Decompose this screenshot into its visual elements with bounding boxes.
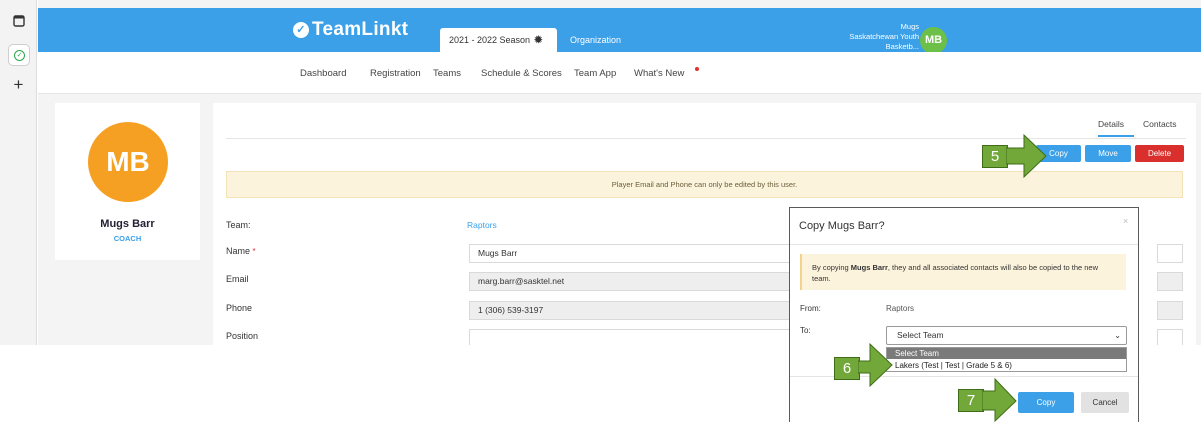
logo-text: TeamLinkt — [312, 19, 409, 40]
name-label-text: Name — [226, 246, 251, 256]
dialog-copy-button[interactable]: Copy — [1018, 392, 1074, 413]
team-select[interactable]: Select Team ⌄ — [886, 326, 1127, 345]
nav-registration[interactable]: Registration — [370, 68, 421, 79]
window-icon[interactable] — [0, 14, 37, 32]
nav-schedule-scores[interactable]: Schedule & Scores — [481, 68, 562, 79]
dropdown-option-lakers[interactable]: Lakers (Test | Test | Grade 5 & 6) — [887, 360, 1126, 371]
notification-dot — [695, 67, 699, 71]
copy-warning: By copying Mugs Barr, they and all assoc… — [800, 254, 1126, 290]
msg-prefix: By copying — [812, 263, 851, 272]
divider — [790, 244, 1138, 245]
profile-avatar: MB — [88, 122, 168, 202]
step-marker-5: 5 — [982, 145, 1008, 168]
from-value: Raptors — [886, 304, 915, 313]
field-right-edge — [1157, 301, 1183, 320]
field-right-edge — [1157, 272, 1183, 291]
user-avatar[interactable]: MB — [920, 27, 947, 54]
dialog-cancel-button[interactable]: Cancel — [1081, 392, 1129, 413]
season-label: 2021 - 2022 Season — [449, 35, 531, 45]
profile-name: Mugs Barr — [100, 218, 155, 230]
team-label: Team: — [226, 220, 251, 230]
team-link[interactable]: Raptors — [467, 220, 497, 230]
close-icon[interactable]: × — [1123, 216, 1128, 226]
check-logo-icon: ✓ — [293, 22, 309, 38]
organization-link[interactable]: Organization — [570, 35, 621, 45]
dialog-title: Copy Mugs Barr? — [799, 220, 885, 232]
position-field[interactable] — [469, 329, 799, 345]
email-label: Email — [226, 274, 249, 284]
arrow-right-icon — [982, 377, 1017, 422]
main-nav: Dashboard Registration Teams Schedule & … — [38, 52, 1201, 94]
chevron-down-icon: ⌄ — [1114, 331, 1121, 340]
from-label: From: — [800, 304, 821, 313]
position-label: Position — [226, 331, 259, 341]
select-value: Select Team — [897, 330, 944, 340]
nav-whats-new[interactable]: What's New — [634, 68, 684, 79]
top-bar: ✓ TeamLinkt 2021 - 2022 Season ✹ Organizat… — [38, 8, 1201, 54]
step-marker-6: 6 — [834, 357, 860, 380]
active-tab-indicator — [1098, 135, 1134, 137]
name-label: Name * — [226, 246, 256, 256]
field-right-edge — [1157, 329, 1183, 345]
name-field[interactable]: Mugs Barr — [469, 244, 799, 263]
profile-card: MB Mugs Barr COACH — [55, 103, 200, 260]
msg-name: Mugs Barr — [850, 263, 888, 272]
step-marker-7: 7 — [958, 389, 984, 412]
season-selector[interactable]: 2021 - 2022 Season ✹ — [440, 28, 557, 52]
check-circle-icon[interactable]: ✓ — [8, 44, 30, 66]
tab-details[interactable]: Details — [1098, 119, 1124, 129]
move-button[interactable]: Move — [1085, 145, 1131, 162]
required-mark: * — [252, 247, 256, 256]
phone-label: Phone — [226, 303, 253, 313]
delete-button[interactable]: Delete — [1135, 145, 1184, 162]
profile-role: COACH — [113, 234, 142, 243]
field-right-edge — [1157, 244, 1183, 263]
plus-icon[interactable]: + — [0, 76, 37, 93]
arrow-right-icon — [1006, 133, 1047, 179]
gear-icon: ✹ — [534, 35, 543, 46]
nav-dashboard[interactable]: Dashboard — [300, 68, 346, 79]
nav-team-app[interactable]: Team App — [574, 68, 616, 79]
arrow-right-icon — [858, 342, 893, 388]
to-label: To: — [800, 326, 811, 335]
email-field: marg.barr@sasktel.net — [469, 272, 799, 291]
dropdown-option-select-team[interactable]: Select Team — [887, 348, 1126, 359]
left-rail: ✓ + — [0, 0, 37, 345]
team-dropdown-list: Select Team Lakers (Test | Test | Grade … — [886, 347, 1127, 372]
phone-field: 1 (306) 539-3197 — [469, 301, 799, 320]
tab-contacts[interactable]: Contacts — [1143, 119, 1177, 129]
logo[interactable]: ✓ TeamLinkt — [293, 19, 408, 41]
nav-teams[interactable]: Teams — [433, 68, 461, 79]
